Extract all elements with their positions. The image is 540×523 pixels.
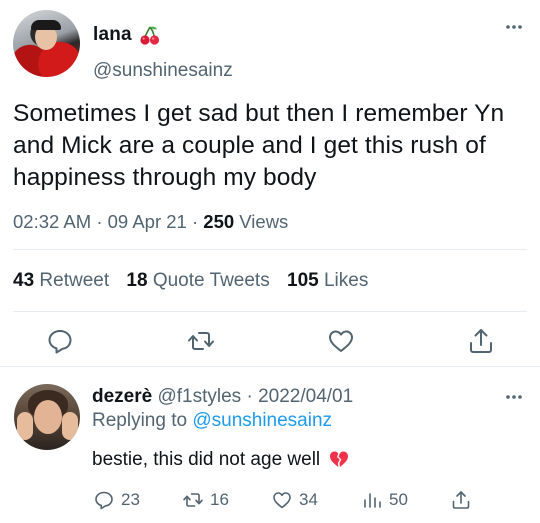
reply-tweet[interactable]: dezerè @f1styles · 2022/04/01 Replying t… <box>0 367 540 523</box>
views-icon <box>364 493 381 508</box>
more-icon[interactable] <box>504 392 524 402</box>
mention-link[interactable]: @sunshinesainz <box>192 410 332 431</box>
handle[interactable]: @sunshinesainz <box>93 60 233 82</box>
meta-dot: · <box>246 386 253 407</box>
replying-prefix: Replying to <box>92 410 188 431</box>
avatar[interactable] <box>13 10 80 77</box>
divider <box>13 311 527 312</box>
avatar[interactable] <box>14 384 80 450</box>
reply-text-content: bestie, this did not age well <box>92 449 321 470</box>
replying-to: Replying to @sunshinesainz <box>92 410 332 432</box>
display-name[interactable]: dezerè <box>92 386 152 407</box>
share-button[interactable] <box>450 487 478 513</box>
retweet-button[interactable]: 16 <box>182 487 229 513</box>
reply-date[interactable]: 2022/04/01 <box>258 386 353 407</box>
reply-header: dezerè @f1styles · 2022/04/01 <box>92 386 353 408</box>
handle[interactable]: @f1styles <box>157 386 241 407</box>
tweet-meta: 02:32 AM · 09 Apr 21 · 250 Views <box>13 211 288 233</box>
reply-action-bar: 23 16 34 50 <box>0 487 540 513</box>
tweet-stats: 43 Retweet 18 Quote Tweets 105 Likes <box>13 270 368 292</box>
like-count: 34 <box>299 490 318 509</box>
action-bar <box>0 326 540 358</box>
more-icon[interactable] <box>504 22 524 32</box>
reply-icon <box>95 491 113 510</box>
like-button[interactable]: 34 <box>271 487 318 513</box>
reply-text: bestie, this did not age well <box>92 449 349 471</box>
like-icon[interactable] <box>326 326 356 356</box>
divider <box>13 249 527 250</box>
retweets-stat[interactable]: 43 Retweet <box>13 270 109 291</box>
avatar-face <box>34 400 62 434</box>
reply-button[interactable]: 23 <box>93 487 140 513</box>
avatar-hand <box>17 412 33 440</box>
share-icon <box>452 491 470 509</box>
views-button[interactable]: 50 <box>361 487 408 513</box>
display-name[interactable]: lana <box>93 24 132 46</box>
views-count: 50 <box>389 490 408 509</box>
likes-stat[interactable]: 105 Likes <box>287 270 368 291</box>
main-tweet: lana @sunshinesainz Sometimes I get sad … <box>0 0 540 364</box>
share-icon[interactable] <box>466 326 496 356</box>
meta-dot: · <box>191 211 199 232</box>
retweet-count: 16 <box>210 490 229 509</box>
cherry-emoji-icon <box>140 26 160 45</box>
reply-count: 23 <box>121 490 140 509</box>
quotes-stat[interactable]: 18 Quote Tweets <box>126 270 269 291</box>
avatar-hand <box>62 412 78 440</box>
reply-icon[interactable] <box>45 326 75 356</box>
like-icon <box>273 492 291 509</box>
tweet-text: Sometimes I get sad but then I remember … <box>13 100 505 191</box>
retweet-icon[interactable] <box>186 326 216 356</box>
tweet-date[interactable]: 09 Apr 21 <box>108 211 187 232</box>
avatar-cap <box>31 20 61 30</box>
tweet-time[interactable]: 02:32 AM <box>13 211 91 232</box>
views-count: 250 <box>203 211 235 232</box>
broken-heart-emoji-icon <box>330 451 349 467</box>
retweet-icon <box>183 493 203 507</box>
meta-dot: · <box>96 211 103 232</box>
views-label: Views <box>239 211 289 232</box>
